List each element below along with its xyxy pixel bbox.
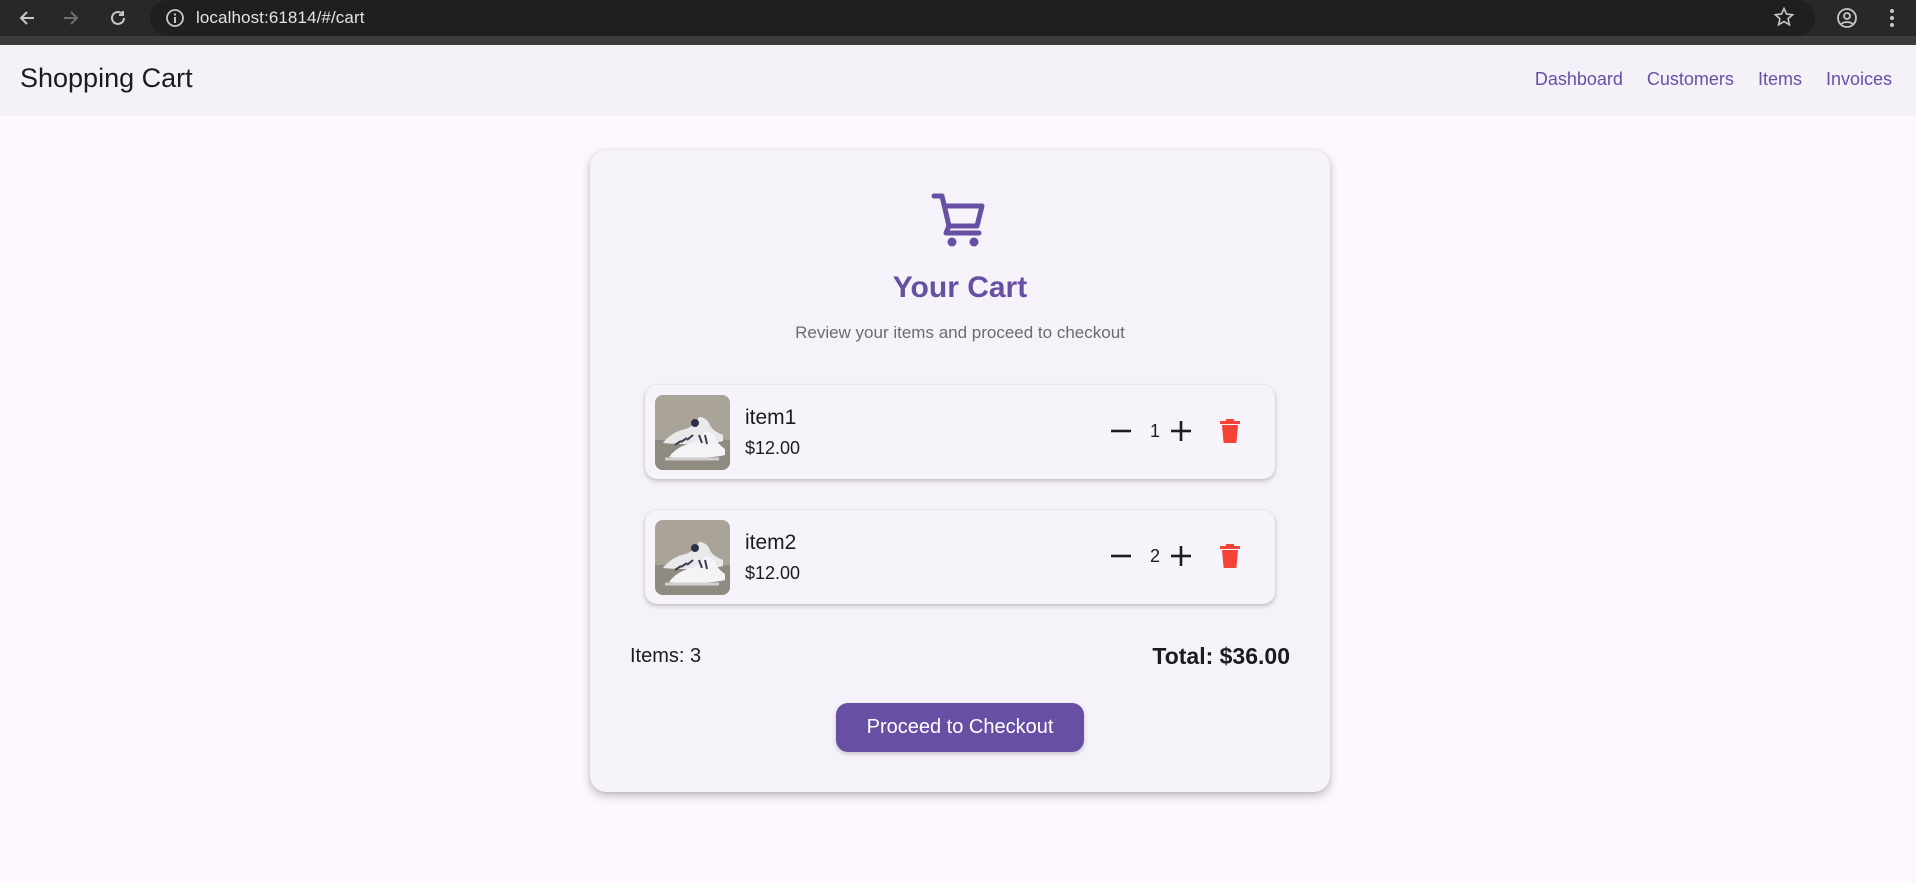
items-count: Items: 3 xyxy=(630,645,702,667)
sneaker-image xyxy=(655,395,730,470)
address-bar[interactable]: localhost:61814/#/cart xyxy=(150,0,1815,36)
delete-item-button[interactable] xyxy=(1215,415,1245,447)
forward-button[interactable] xyxy=(56,3,86,33)
shopping-cart-icon xyxy=(931,193,985,247)
checkout-button[interactable]: Proceed to Checkout xyxy=(836,703,1084,752)
quantity-value: 1 xyxy=(1149,421,1160,441)
profile-button[interactable] xyxy=(1832,3,1862,33)
site-info-icon[interactable] xyxy=(164,7,186,29)
increase-quantity-button[interactable] xyxy=(1168,418,1194,444)
cart-card: Your Cart Review your items and proceed … xyxy=(590,150,1330,792)
bookmark-star-icon[interactable] xyxy=(1773,6,1795,28)
app-title: Shopping Cart xyxy=(20,63,193,93)
nav-invoices[interactable]: Invoices xyxy=(1814,69,1904,90)
browser-toolbar: localhost:61814/#/cart xyxy=(0,0,1916,45)
url-text[interactable]: localhost:61814/#/cart xyxy=(196,8,365,28)
profile-icon xyxy=(1837,8,1857,28)
item-image xyxy=(655,520,730,595)
trash-icon xyxy=(1220,419,1240,443)
cart-item: item1 $12.00 1 xyxy=(645,385,1275,479)
cart-item: item2 $12.00 2 xyxy=(645,510,1275,604)
sneaker-image xyxy=(655,520,730,595)
back-button[interactable] xyxy=(12,3,42,33)
arrow-left-icon xyxy=(19,11,34,25)
item-name: item2 xyxy=(745,531,797,554)
item-name: item1 xyxy=(745,406,797,429)
nav-dashboard[interactable]: Dashboard xyxy=(1523,69,1635,90)
item-price: $12.00 xyxy=(745,438,801,458)
top-nav: Dashboard Customers Items Invoices xyxy=(1523,69,1904,90)
nav-items[interactable]: Items xyxy=(1746,69,1814,90)
browser-top-strip: localhost:61814/#/cart xyxy=(0,0,1916,36)
reload-icon xyxy=(111,10,125,25)
reload-button[interactable] xyxy=(103,3,133,33)
cart-title: Your Cart xyxy=(892,271,1028,304)
more-vert-icon xyxy=(1890,9,1894,27)
cart-total: Total: $36.00 xyxy=(1152,643,1290,669)
arrow-right-icon xyxy=(64,11,79,25)
nav-customers[interactable]: Customers xyxy=(1635,69,1746,90)
decrease-quantity-button[interactable] xyxy=(1108,418,1134,444)
cart-subtitle: Review your items and proceed to checkou… xyxy=(795,323,1125,342)
quantity-value: 2 xyxy=(1149,546,1160,566)
plus-icon xyxy=(1171,546,1191,566)
item-price: $12.00 xyxy=(745,563,801,583)
plus-icon xyxy=(1171,421,1191,441)
item-image xyxy=(655,395,730,470)
trash-icon xyxy=(1220,544,1240,568)
app-bar: Shopping Cart Dashboard Customers Items … xyxy=(0,45,1916,116)
minus-icon xyxy=(1111,429,1131,433)
browser-menu-button[interactable] xyxy=(1877,3,1907,33)
decrease-quantity-button[interactable] xyxy=(1108,543,1134,569)
minus-icon xyxy=(1111,554,1131,558)
delete-item-button[interactable] xyxy=(1215,540,1245,572)
increase-quantity-button[interactable] xyxy=(1168,543,1194,569)
